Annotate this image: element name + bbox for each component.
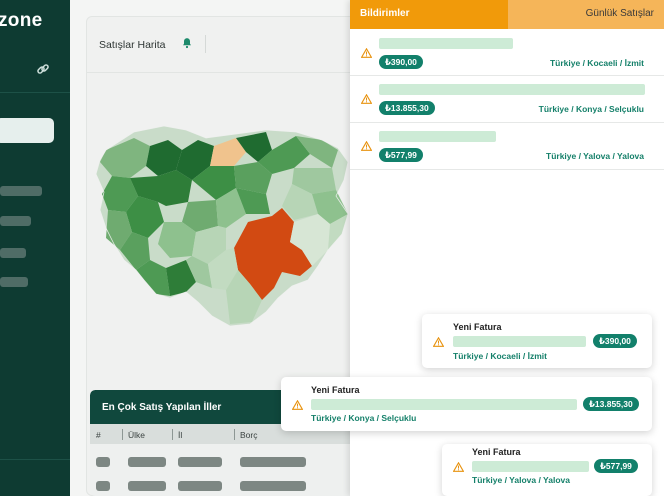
sidebar-item-placeholder[interactable] bbox=[0, 248, 26, 258]
location-text: Türkiye / Konya / Selçuklu bbox=[311, 413, 417, 423]
invoice-toast[interactable]: Yeni Fatura ₺13.855,30 Türkiye / Konya /… bbox=[281, 377, 652, 431]
table-row[interactable] bbox=[90, 476, 364, 496]
warning-icon bbox=[433, 337, 444, 347]
table-cell-placeholder bbox=[128, 481, 166, 491]
tab-notifications[interactable]: Bildirimler bbox=[350, 0, 508, 29]
invoice-title: Yeni Fatura bbox=[472, 447, 521, 457]
link-icon[interactable] bbox=[36, 62, 50, 76]
warning-icon bbox=[361, 94, 372, 104]
sidebar-search-input[interactable] bbox=[0, 118, 54, 143]
column-divider bbox=[234, 429, 235, 440]
invoice-title: Yeni Fatura bbox=[311, 385, 360, 395]
invoice-toast[interactable]: Yeni Fatura ₺577,99 Türkiye / Yalova / Y… bbox=[442, 444, 652, 496]
sidebar-item-placeholder[interactable] bbox=[0, 216, 31, 226]
notification-tabs: Bildirimler Günlük Satışlar bbox=[350, 0, 664, 29]
warning-icon bbox=[361, 141, 372, 151]
notification-item[interactable]: ₺577,99 Türkiye / Yalova / Yalova bbox=[350, 123, 664, 170]
message-placeholder bbox=[472, 461, 589, 472]
sidebar-item-placeholder[interactable] bbox=[0, 277, 28, 287]
amount-badge: ₺577,99 bbox=[594, 459, 638, 473]
warning-icon bbox=[453, 462, 464, 472]
notification-item[interactable]: ₺13.855,30 Türkiye / Konya / Selçuklu bbox=[350, 76, 664, 123]
amount-badge: ₺13.855,30 bbox=[583, 397, 639, 411]
table-row[interactable] bbox=[90, 452, 364, 472]
warning-icon bbox=[292, 400, 303, 410]
location-text: Türkiye / Konya / Selçuklu bbox=[538, 104, 644, 114]
amount-badge: ₺390,00 bbox=[379, 55, 423, 69]
header-divider bbox=[205, 35, 206, 53]
message-placeholder bbox=[311, 399, 577, 410]
table-cell-placeholder bbox=[178, 481, 222, 491]
location-text: Türkiye / Yalova / Yalova bbox=[546, 151, 644, 161]
column-header[interactable]: # bbox=[96, 430, 101, 440]
table-cell-placeholder bbox=[96, 481, 110, 491]
location-text: Türkiye / Kocaeli / İzmit bbox=[453, 351, 548, 361]
amount-badge: ₺13.855,30 bbox=[379, 101, 435, 115]
table-cell-placeholder bbox=[128, 457, 166, 467]
column-divider bbox=[172, 429, 173, 440]
message-placeholder bbox=[379, 84, 645, 95]
sidebar-item-placeholder[interactable] bbox=[0, 186, 42, 196]
column-header[interactable]: İl bbox=[178, 430, 182, 440]
amount-badge: ₺390,00 bbox=[593, 334, 637, 348]
tab-label: Günlük Satışlar bbox=[585, 8, 654, 19]
amount-badge: ₺577,99 bbox=[379, 148, 423, 162]
notification-item[interactable]: ₺390,00 Türkiye / Kocaeli / İzmit bbox=[350, 29, 664, 76]
table-cell-placeholder bbox=[240, 457, 306, 467]
sidebar-divider bbox=[0, 459, 70, 460]
bell-icon[interactable] bbox=[181, 37, 193, 49]
turkey-map bbox=[95, 125, 349, 327]
location-text: Türkiye / Kocaeli / İzmit bbox=[549, 58, 644, 68]
column-divider bbox=[122, 429, 123, 440]
app-logo: zone bbox=[0, 10, 43, 31]
warning-icon bbox=[361, 48, 372, 58]
message-placeholder bbox=[379, 38, 513, 49]
location-text: Türkiye / Yalova / Yalova bbox=[472, 475, 570, 485]
invoice-title: Yeni Fatura bbox=[453, 322, 502, 332]
table-cell-placeholder bbox=[96, 457, 110, 467]
message-placeholder bbox=[379, 131, 496, 142]
column-header[interactable]: Borç bbox=[240, 430, 257, 440]
table-cell-placeholder bbox=[178, 457, 222, 467]
map-card-header: Satışlar Harita bbox=[87, 17, 387, 73]
sidebar: zone bbox=[0, 0, 70, 496]
map-card-title: Satışlar Harita bbox=[99, 39, 166, 51]
invoice-toast[interactable]: Yeni Fatura ₺390,00 Türkiye / Kocaeli / … bbox=[422, 314, 652, 368]
table-cell-placeholder bbox=[240, 481, 306, 491]
tab-daily-sales[interactable]: Günlük Satışlar bbox=[508, 0, 664, 29]
table-title: En Çok Satış Yapılan İller bbox=[102, 402, 222, 413]
column-header[interactable]: Ülke bbox=[128, 430, 145, 440]
message-placeholder bbox=[453, 336, 586, 347]
sidebar-divider bbox=[0, 92, 70, 93]
tab-label: Bildirimler bbox=[360, 8, 410, 19]
